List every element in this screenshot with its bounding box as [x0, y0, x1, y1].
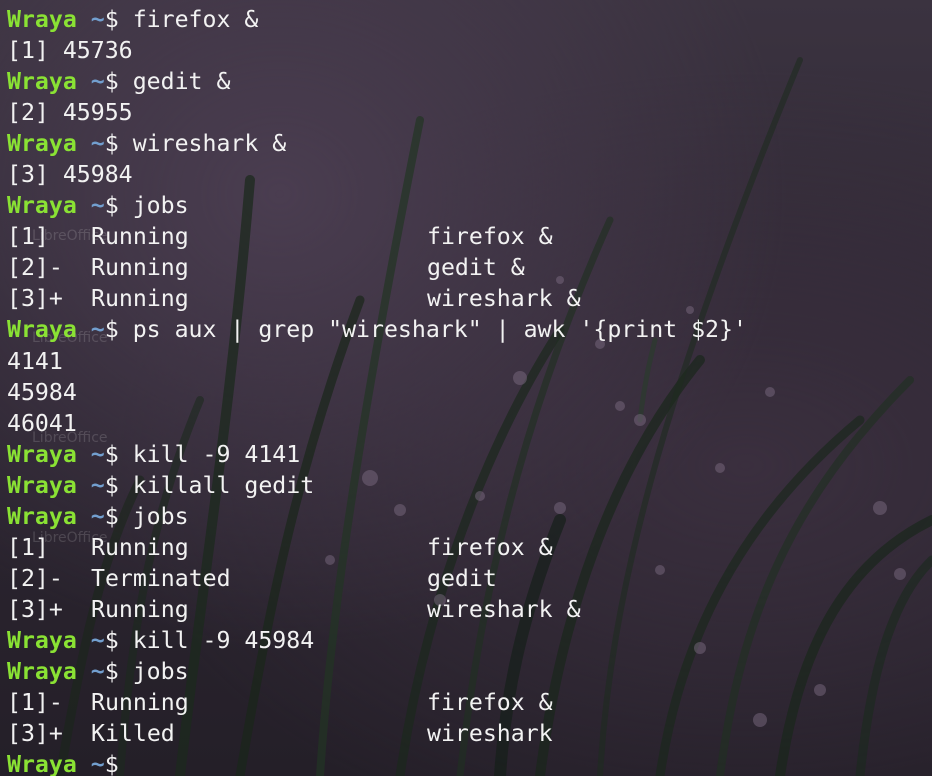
job-status-line: [2]- Terminated gedit [7, 563, 932, 594]
job-state: Running [91, 254, 189, 282]
job-id: [3]+ [7, 285, 63, 313]
prompt-symbol: $ [104, 130, 119, 158]
command-text: wireshark & [132, 130, 287, 158]
job-state: Running [91, 223, 189, 251]
output-text: [2] 45955 [7, 99, 133, 127]
command-line: Wraya ~$ gedit & [7, 66, 932, 97]
prompt-directory: ~ [90, 626, 105, 654]
prompt-symbol: $ [104, 751, 119, 776]
job-id: [3]+ [7, 720, 63, 748]
prompt-user: Wraya [7, 751, 77, 776]
prompt-directory: ~ [90, 440, 105, 468]
prompt-directory: ~ [90, 316, 105, 344]
command-line: Wraya ~$ wireshark & [7, 128, 932, 159]
output-line: [3] 45984 [7, 159, 932, 190]
command-text: ps aux | grep "wireshark" | awk '{print … [132, 316, 747, 344]
prompt-user: Wraya [7, 440, 77, 468]
prompt-directory: ~ [90, 130, 105, 158]
prompt-symbol: $ [104, 626, 119, 654]
prompt-symbol: $ [104, 68, 119, 96]
prompt-user: Wraya [7, 626, 77, 654]
job-command: wireshark [427, 720, 553, 748]
job-state: Running [91, 285, 189, 313]
job-status-line: [1] Running firefox & [7, 532, 932, 563]
prompt-user: Wraya [7, 316, 77, 344]
prompt-symbol: $ [104, 440, 119, 468]
output-text: 4141 [7, 347, 63, 375]
job-state: Running [91, 533, 189, 561]
prompt-directory: ~ [90, 502, 105, 530]
job-id: [1]- [7, 689, 63, 717]
output-text: [1] 45736 [7, 37, 133, 65]
job-state: Running [91, 595, 189, 623]
prompt-directory: ~ [90, 751, 105, 776]
prompt-user: Wraya [7, 130, 77, 158]
terminal-output[interactable]: Wraya ~$ firefox & [1] 45736 Wraya ~$ gedi… [0, 0, 932, 776]
command-text: gedit & [132, 68, 231, 96]
command-text: jobs [132, 192, 189, 220]
output-text: [3] 45984 [7, 161, 133, 189]
command-line: Wraya ~$ jobs [7, 501, 932, 532]
job-id: [2]- [7, 254, 63, 282]
command-line: Wraya ~$ kill -9 45984 [7, 625, 932, 656]
output-line: 46041 [7, 408, 932, 439]
job-status-line: [1] Running firefox & [7, 221, 932, 252]
command-line: Wraya ~$ jobs [7, 656, 932, 687]
job-status-line: [3]+ Running wireshark & [7, 283, 932, 314]
job-command: gedit [427, 564, 497, 592]
job-command: gedit & [427, 254, 525, 282]
job-id: [1] [7, 533, 49, 561]
prompt-user: Wraya [7, 502, 77, 530]
command-text: kill -9 4141 [132, 440, 301, 468]
job-id: [3]+ [7, 595, 63, 623]
prompt-symbol: $ [104, 657, 119, 685]
job-state: Terminated [91, 564, 231, 592]
prompt-directory: ~ [90, 68, 105, 96]
prompt-directory: ~ [90, 657, 105, 685]
prompt-user: Wraya [7, 68, 77, 96]
job-state: Killed [91, 720, 175, 748]
command-text: jobs [132, 502, 189, 530]
command-line: Wraya ~$ jobs [7, 190, 932, 221]
prompt-symbol: $ [104, 471, 119, 499]
job-id: [2]- [7, 564, 63, 592]
job-status-line: [3]+ Killed wireshark [7, 718, 932, 749]
prompt-user: Wraya [7, 192, 77, 220]
prompt-symbol: $ [104, 6, 119, 33]
output-line: [2] 45955 [7, 97, 932, 128]
command-text: kill -9 45984 [132, 626, 315, 654]
job-status-line: [1]- Running firefox & [7, 687, 932, 718]
prompt-user: Wraya [7, 657, 77, 685]
output-line: 45984 [7, 377, 932, 408]
command-text: killall gedit [132, 471, 315, 499]
prompt-directory: ~ [90, 471, 105, 499]
output-line: 4141 [7, 346, 932, 377]
command-text: jobs [132, 657, 189, 685]
command-line: Wraya ~$ killall gedit [7, 470, 932, 501]
job-command: wireshark & [427, 595, 581, 623]
output-line: [1] 45736 [7, 35, 932, 66]
job-command: firefox & [427, 689, 553, 717]
job-command: firefox & [427, 223, 553, 251]
job-status-line: [2]- Running gedit & [7, 252, 932, 283]
prompt-symbol: $ [104, 192, 119, 220]
job-id: [1] [7, 223, 49, 251]
prompt-directory: ~ [90, 192, 105, 220]
prompt-symbol: $ [104, 316, 119, 344]
job-command: firefox & [427, 533, 553, 561]
active-prompt-line: Wraya ~$ [7, 749, 932, 776]
command-line: Wraya ~$ ps aux | grep "wireshark" | awk… [7, 314, 932, 345]
prompt-user: Wraya [7, 471, 77, 499]
job-status-line: [3]+ Running wireshark & [7, 594, 932, 625]
command-line: Wraya ~$ kill -9 4141 [7, 439, 932, 470]
command-text: firefox & [132, 6, 259, 33]
command-line: Wraya ~$ firefox & [7, 4, 932, 35]
output-text: 46041 [7, 409, 77, 437]
prompt-user: Wraya [7, 6, 77, 33]
job-command: wireshark & [427, 285, 581, 313]
prompt-directory: ~ [90, 6, 105, 33]
prompt-symbol: $ [104, 502, 119, 530]
job-state: Running [91, 689, 189, 717]
output-text: 45984 [7, 378, 77, 406]
